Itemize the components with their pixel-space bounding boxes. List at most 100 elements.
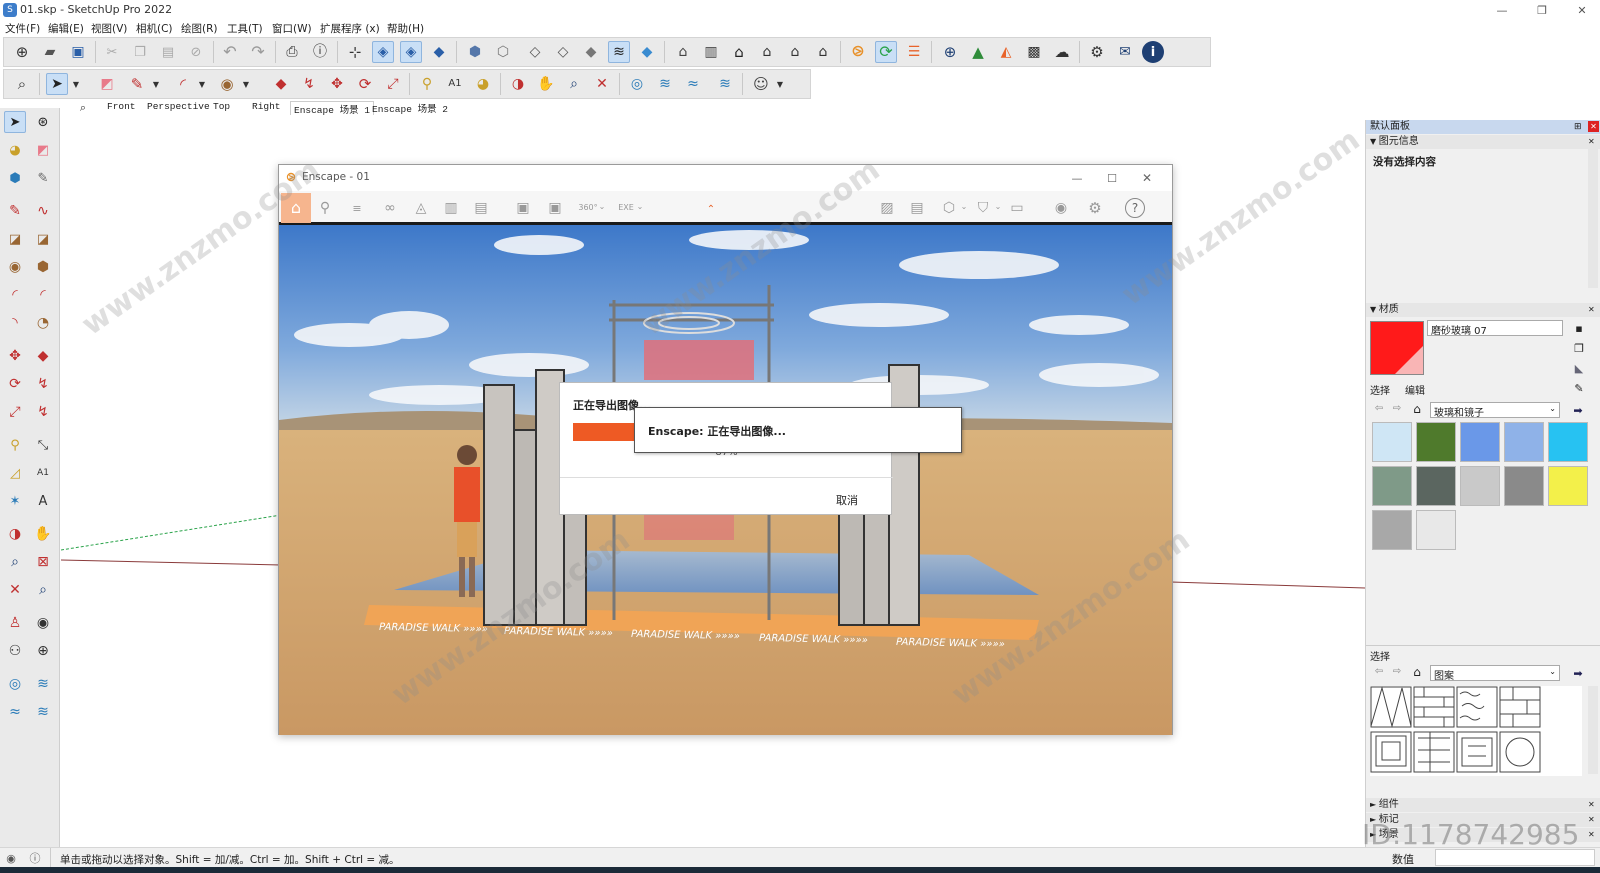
orbit-icon[interactable]: ◑ [4, 523, 26, 545]
views-icon[interactable]: ▤ [907, 198, 927, 218]
close-icon[interactable]: ✕ [1588, 135, 1595, 149]
menu-extensions[interactable]: 扩展程序 (x) [320, 21, 380, 36]
menu-camera[interactable]: 相机(C) [136, 21, 173, 36]
component-select-icon[interactable]: ⊛ [32, 111, 54, 133]
map-icon[interactable]: ▨ [877, 198, 897, 218]
move-icon[interactable]: ✥ [326, 73, 348, 95]
polygon-icon[interactable]: ⬢ [32, 256, 54, 278]
enscape-close-button[interactable]: ✕ [1139, 170, 1155, 186]
scene-search-icon[interactable]: ⌕ [76, 100, 90, 114]
screenshot-icon[interactable]: ▣ [513, 198, 533, 218]
forward-arrow-icon[interactable]: ⇨ [1390, 402, 1404, 416]
scene-tab-enscape-2[interactable]: Enscape 场景 2 [372, 101, 448, 115]
material-swatch[interactable] [1460, 466, 1500, 506]
back-arrow-icon[interactable]: ⇦ [1372, 665, 1386, 679]
pencil-icon[interactable]: ✎ [126, 73, 148, 95]
home-icon[interactable]: ⌂ [1410, 665, 1424, 679]
chevron-down-icon[interactable]: ⌄ [635, 202, 645, 212]
minimize-button[interactable]: — [1490, 2, 1514, 18]
pattern-scrollbar[interactable] [1588, 686, 1598, 774]
home-icon[interactable]: ⌂ [281, 193, 311, 223]
smoove-icon[interactable]: ≈ [682, 73, 704, 95]
help-icon[interactable]: ? [1125, 198, 1145, 218]
create-material-icon[interactable]: ❐ [1571, 340, 1587, 356]
material-swatch[interactable] [1504, 422, 1544, 462]
menu-tools[interactable]: 工具(T) [227, 21, 263, 36]
cube-icon[interactable]: ◆ [636, 41, 658, 63]
3d-text-icon[interactable]: A [32, 490, 54, 512]
open-file-icon[interactable]: ▰ [39, 41, 61, 63]
walk-icon[interactable]: ⚇ [4, 640, 26, 662]
panorama-360-icon[interactable]: 360° [577, 198, 599, 218]
chevron-down-icon[interactable]: ▼ [70, 80, 82, 90]
scale-icon[interactable]: ⤢ [382, 73, 404, 95]
forward-arrow-icon[interactable]: ⇨ [1390, 665, 1404, 679]
components-header[interactable]: ► 组件 ✕ [1366, 798, 1600, 812]
home-icon[interactable]: ⌂ [1410, 402, 1424, 416]
line-tool-icon[interactable]: ✎ [4, 200, 26, 222]
section-plane-icon[interactable]: ⊕ [32, 640, 54, 662]
enscape-views-icon[interactable]: ☰ [903, 41, 925, 63]
house-right-icon[interactable]: ⌂ [784, 41, 806, 63]
copy-icon[interactable]: ❐ [129, 41, 151, 63]
menu-help[interactable]: 帮助(H) [387, 21, 424, 36]
text-tool-icon[interactable]: A1 [32, 462, 54, 484]
sandbox-contours-icon[interactable]: ◎ [4, 673, 26, 695]
chevron-down-icon[interactable]: ▼ [196, 80, 208, 90]
house-top-icon[interactable]: ⌂ [812, 41, 834, 63]
material-swatch[interactable] [1548, 422, 1588, 462]
batch-render-icon[interactable]: ▣ [545, 198, 565, 218]
protractor-icon[interactable]: ◿ [4, 462, 26, 484]
previous-view-icon[interactable]: ⌕ [32, 579, 54, 601]
scene-tab-enscape-1[interactable]: Enscape 场景 1 [290, 101, 375, 116]
info-icon[interactable]: i [1142, 41, 1164, 63]
paint-bucket-icon[interactable]: ◕ [4, 139, 26, 161]
pie-icon[interactable]: ◔ [32, 312, 54, 334]
material-swatch[interactable] [1548, 466, 1588, 506]
walk-mode-icon[interactable]: ⚲ [315, 198, 335, 218]
back-edges-icon[interactable]: ◈ [400, 41, 422, 63]
move-icon[interactable]: ✥ [4, 345, 26, 367]
material-swatch[interactable] [1416, 422, 1456, 462]
paint-bucket-icon[interactable]: ◕ [472, 73, 494, 95]
zoom-tool-icon[interactable]: ⌕ [4, 551, 26, 573]
details-arrow-icon[interactable]: ➡ [1570, 665, 1586, 681]
rotated-rect-icon[interactable]: ◪ [32, 228, 54, 250]
freehand-icon[interactable]: ∿ [32, 200, 54, 222]
close-icon[interactable]: ✕ [1588, 303, 1595, 317]
material-swatch[interactable] [1416, 510, 1456, 550]
material-swatch[interactable] [1372, 466, 1412, 506]
bim-icon[interactable]: ≡ [347, 198, 367, 218]
chevron-down-icon[interactable]: ▼ [240, 80, 252, 90]
scene-tab-right[interactable]: Right [252, 101, 281, 115]
arc-2pt-icon[interactable]: ◜ [32, 284, 54, 306]
model-info-icon[interactable]: ⓘ [309, 41, 331, 63]
pan-hand-icon[interactable]: ✋ [535, 73, 557, 95]
select-tool-icon[interactable]: ➤ [46, 73, 68, 95]
dimension-icon[interactable]: ⤡ [32, 434, 54, 456]
erase-selection-icon[interactable]: ⊘ [185, 41, 207, 63]
zoom-extents-icon[interactable]: ✕ [4, 579, 26, 601]
cancel-button[interactable]: 取消 [836, 492, 858, 508]
follow-me-icon[interactable]: ↯ [32, 373, 54, 395]
enscape-sync-icon[interactable]: ⟳ [875, 41, 897, 63]
close-icon[interactable]: ✕ [1588, 813, 1595, 827]
circle-icon[interactable]: ◉ [216, 73, 238, 95]
tape-measure-icon[interactable]: ⚲ [4, 434, 26, 456]
offset-icon[interactable]: ↯ [32, 401, 54, 423]
entity-info-header[interactable]: ▼ 图元信息 ✕ [1366, 135, 1600, 149]
rotate-icon[interactable]: ⟳ [4, 373, 26, 395]
zoom-extents-icon[interactable]: ✕ [591, 73, 613, 95]
material-collection-select[interactable]: 玻璃和镜子 ⌄ [1430, 402, 1560, 419]
material-editor-icon[interactable]: ⛉ [973, 198, 993, 218]
material-swatch[interactable] [1504, 466, 1544, 506]
tape-measure-icon[interactable]: ⚲ [416, 73, 438, 95]
entity-scrollbar[interactable] [1588, 148, 1598, 288]
add-asset-icon[interactable]: ⊕ [939, 41, 961, 63]
scene-tab-front[interactable]: Front [107, 101, 136, 115]
cloud-upload-icon[interactable]: ☁ [1051, 41, 1073, 63]
chevron-down-icon[interactable]: ⌄ [993, 202, 1003, 212]
eraser-icon[interactable]: ◩ [32, 139, 54, 161]
make-component-icon[interactable]: ⬢ [4, 167, 26, 189]
house-back-icon[interactable]: ⌂ [756, 41, 778, 63]
